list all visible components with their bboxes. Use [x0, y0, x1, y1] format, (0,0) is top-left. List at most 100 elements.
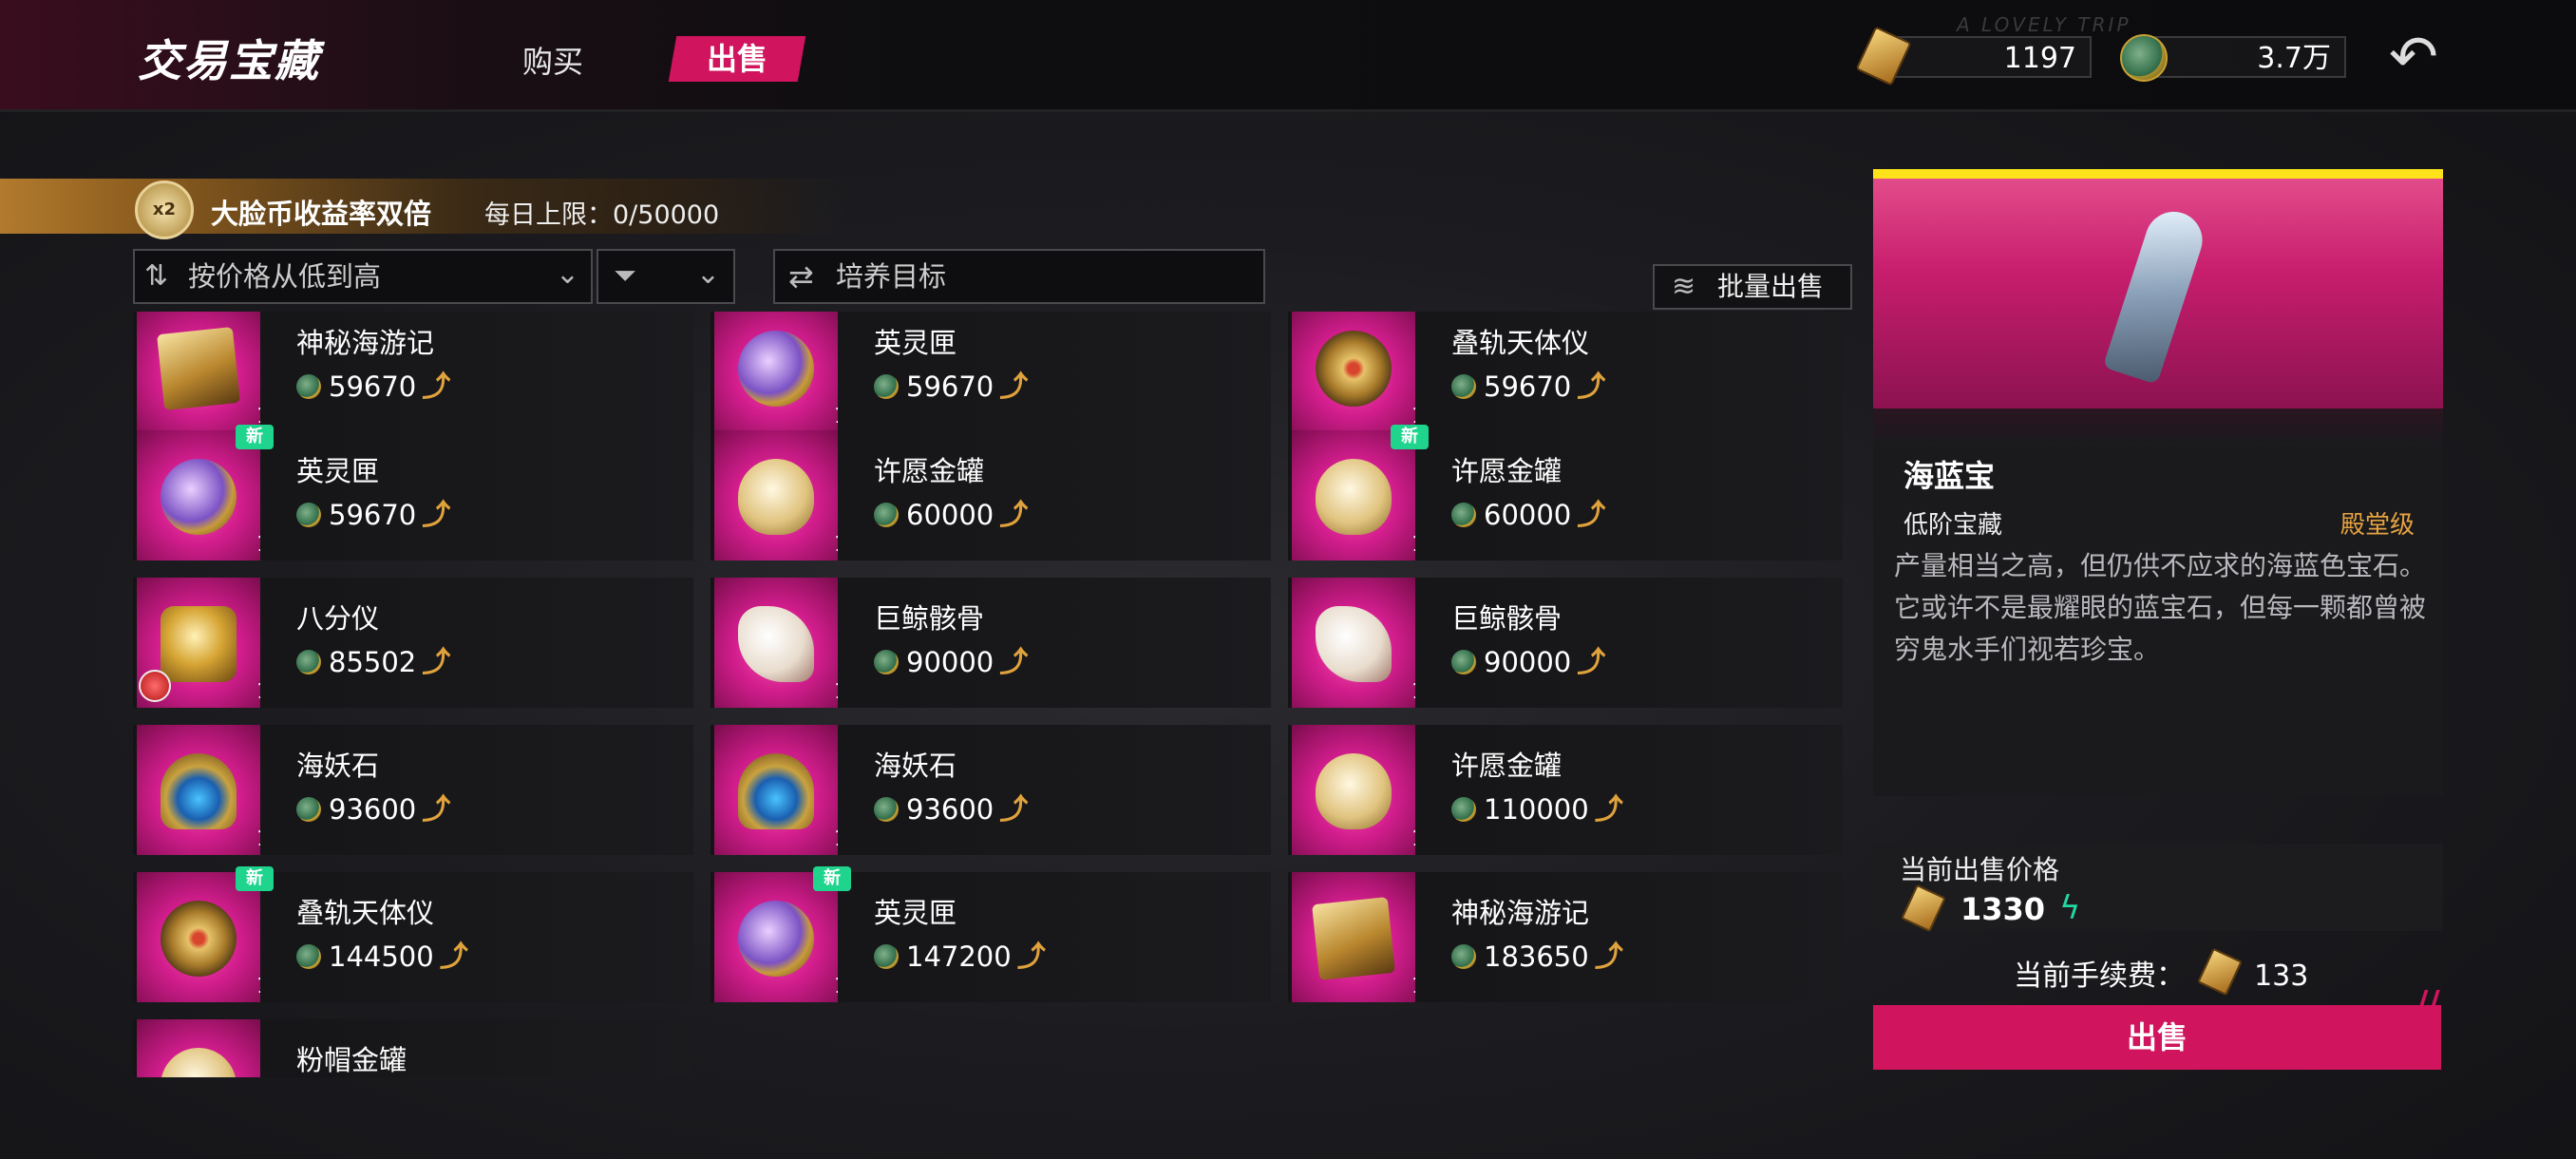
- warning-badge-icon: [139, 670, 171, 702]
- new-badge: 新: [813, 866, 851, 891]
- price-row: 90000 ⤴: [1451, 638, 1605, 679]
- item-card[interactable]: 1 新叠轨天体仪 144500⤴: [133, 866, 693, 1002]
- item-rank: 殿堂级: [2340, 511, 2415, 540]
- item-thumbnail: 1: [714, 872, 838, 1002]
- item-price: 60000: [906, 499, 994, 531]
- price-trend-icon: ⤴: [422, 646, 451, 679]
- item-card[interactable]: 1 新许愿金罐 60000⤴: [1288, 425, 1843, 560]
- item-name: 神秘海游记: [296, 327, 435, 359]
- price-trend-icon: ⤴: [422, 793, 451, 826]
- item-price: 59670: [906, 370, 994, 403]
- target-filter-input[interactable]: ⇄ 培养目标: [773, 249, 1265, 304]
- price-row: 59670 ⤴: [296, 491, 450, 532]
- face-coin-icon: [1451, 374, 1476, 399]
- item-card[interactable]: 1巨鲸骸骨90000⤴: [710, 578, 1271, 708]
- price-row: 60000 ⤴: [874, 491, 1028, 532]
- item-card[interactable]: 1 海妖石 93600⤴: [710, 725, 1271, 855]
- bonus-text: 大脸币收益率双倍: [211, 198, 432, 230]
- item-card[interactable]: 1 新英灵匣 147200⤴: [710, 866, 1271, 1002]
- sort-icon: ⇅: [144, 259, 169, 293]
- item-quantity: 1: [834, 680, 838, 704]
- price-row: 110000 ⤴: [1451, 786, 1623, 826]
- item-name: 粉帽金罐: [296, 1044, 407, 1076]
- tab-buy[interactable]: 购买: [522, 38, 583, 82]
- item-card[interactable]: 1 叠轨天体仪 59670⤴: [1288, 312, 1843, 432]
- target-filter-placeholder: 培养目标: [836, 260, 947, 293]
- item-thumbnail: 1: [714, 430, 838, 560]
- face-coin-icon: [296, 374, 321, 399]
- tab-sell-label: 出售: [706, 41, 767, 77]
- item-thumbnail: [137, 1019, 260, 1077]
- item-card[interactable]: 1 八分仪85502⤴: [133, 578, 693, 708]
- item-name: 海妖石: [874, 750, 957, 782]
- ornate-box-icon: [738, 331, 814, 407]
- item-thumbnail: 1: [1292, 872, 1415, 1002]
- item-price: 59670: [329, 499, 417, 531]
- face-coin-icon: [1451, 797, 1476, 822]
- price-trend-icon: ⤴: [439, 940, 468, 974]
- price-row: 144500 ⤴: [296, 933, 468, 974]
- price-trend-icon: ⤴: [1594, 793, 1623, 826]
- decor-text: A LOVELY TRIP: [1957, 13, 2131, 36]
- price-row: 90000 ⤴: [874, 638, 1028, 679]
- price-row: 59670 ⤴: [296, 363, 450, 404]
- item-card[interactable]: 1 英灵匣 59670⤴: [710, 312, 1271, 432]
- face-coin-icon: [296, 797, 321, 822]
- item-quantity: 1: [1411, 680, 1415, 704]
- item-card[interactable]: 1 海妖石 93600⤴: [133, 725, 693, 855]
- face-coin-icon: [1451, 650, 1476, 674]
- price-trend-icon: ⤴: [1594, 940, 1623, 974]
- layers-icon: ≋: [1672, 270, 1696, 303]
- item-card[interactable]: 1 神秘海游记 183650⤴: [1288, 872, 1843, 1002]
- item-quantity: 1: [256, 975, 260, 998]
- daily-limit: 每日上限：0/50000: [484, 200, 720, 230]
- hamster-jar-icon: [161, 1048, 237, 1077]
- new-badge: 新: [1391, 425, 1429, 449]
- face-coin-icon: [874, 797, 899, 822]
- item-quantity: 1: [834, 533, 838, 557]
- price-trend-icon: ⤴: [999, 646, 1029, 679]
- back-icon[interactable]: ↶: [2382, 28, 2445, 86]
- new-badge: 新: [236, 425, 274, 449]
- lightning-icon: ϟ: [2059, 889, 2081, 927]
- item-card[interactable]: 1 新英灵匣 59670⤴: [133, 425, 693, 560]
- item-name: 许愿金罐: [1451, 750, 1563, 782]
- astrolabe-icon: [161, 901, 237, 977]
- item-thumbnail: 1: [714, 312, 838, 432]
- item-name: 八分仪: [296, 602, 380, 635]
- item-name: 叠轨天体仪: [1451, 327, 1590, 359]
- item-card[interactable]: 粉帽金罐: [133, 1019, 693, 1077]
- item-thumbnail: 1: [1292, 430, 1415, 560]
- item-name: 神秘海游记: [1451, 897, 1590, 929]
- filter-dropdown[interactable]: ⏷ ⌄: [597, 249, 735, 304]
- slash-decor: //: [2416, 984, 2440, 1022]
- price-trend-icon: ⤴: [999, 499, 1029, 532]
- price-trend-icon: ⤴: [422, 370, 451, 404]
- item-quantity: 1: [256, 680, 260, 704]
- item-card[interactable]: 1 许愿金罐 60000⤴: [710, 430, 1271, 560]
- item-price: 59670: [329, 370, 417, 403]
- tab-sell[interactable]: 出售: [668, 36, 806, 82]
- item-thumbnail: 1: [1292, 312, 1415, 432]
- item-quantity: 1: [1411, 975, 1415, 998]
- item-price: 183650: [1484, 940, 1589, 973]
- batch-sell-label: 批量出售: [1717, 271, 1825, 302]
- current-price: 1330: [1960, 891, 2046, 927]
- item-card[interactable]: 1 许愿金罐 110000⤴: [1288, 725, 1843, 855]
- siren-stone-icon: [738, 753, 814, 829]
- chevron-down-icon: ⌄: [695, 257, 720, 291]
- item-card[interactable]: 1巨鲸骸骨90000⤴: [1288, 578, 1843, 708]
- whale-skull-icon: [1316, 606, 1392, 682]
- price-row: 93600 ⤴: [874, 786, 1028, 826]
- batch-sell-button[interactable]: ≋ 批量出售: [1653, 264, 1852, 310]
- sort-dropdown[interactable]: ⇅ 按价格从低到高 ⌄: [133, 249, 593, 304]
- face-coin-icon: [296, 503, 321, 527]
- item-card[interactable]: 1 神秘海游记 59670⤴: [133, 312, 693, 432]
- item-quantity: 1: [256, 533, 260, 557]
- sell-button[interactable]: 出售: [1873, 1005, 2441, 1070]
- face-coin-icon: [874, 503, 899, 527]
- price-row: 85502 ⤴: [296, 638, 450, 679]
- price-row: 93600 ⤴: [296, 786, 450, 826]
- price-trend-icon: ⤴: [1577, 370, 1606, 404]
- hamster-jar-icon: [1316, 459, 1392, 535]
